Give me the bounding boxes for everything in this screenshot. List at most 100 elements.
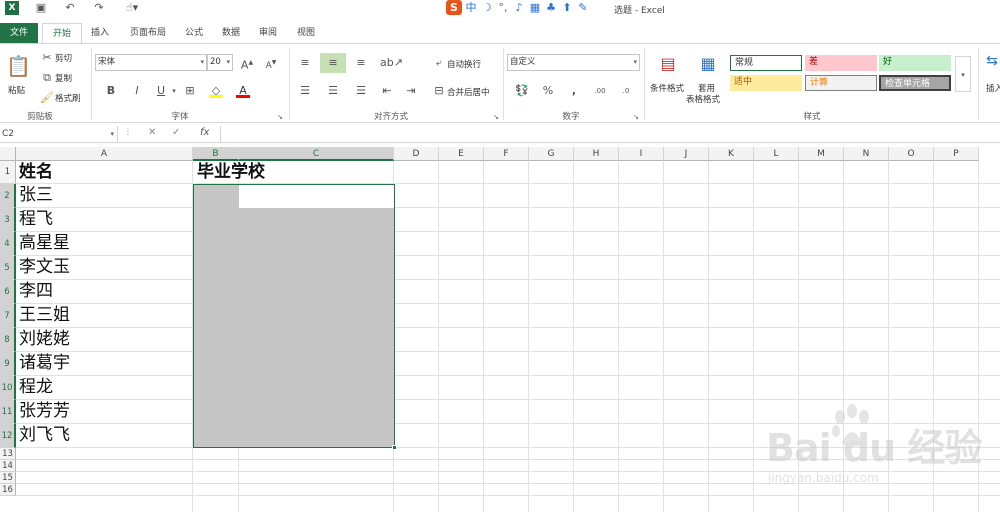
fill-color-icon[interactable]: ◇ xyxy=(209,84,223,98)
row-header-10[interactable]: 10 xyxy=(0,376,16,400)
number-dialog-launcher-icon[interactable]: ↘ xyxy=(632,110,640,124)
ime-skin-icon[interactable]: ♣ xyxy=(544,0,558,15)
row-header-11[interactable]: 11 xyxy=(0,400,16,424)
conditional-format-icon[interactable]: ▤ xyxy=(658,52,678,76)
format-as-table-line2[interactable]: 表格格式 xyxy=(686,93,720,105)
accounting-format-icon[interactable]: 💱 xyxy=(511,84,533,98)
decrease-font-icon[interactable]: A▼ xyxy=(264,56,278,71)
column-header-c[interactable]: C xyxy=(239,147,394,161)
insert-function-icon[interactable]: fx xyxy=(200,127,209,138)
row-header-13[interactable]: 13 xyxy=(0,448,16,460)
name-box-dropdown-icon[interactable]: ▾ xyxy=(110,126,114,142)
decrease-indent-icon[interactable]: ⇤ xyxy=(380,84,394,98)
align-left-icon[interactable]: ☰ xyxy=(298,84,312,98)
row-header-2[interactable]: 2 xyxy=(0,184,16,208)
underline-dropdown-icon[interactable]: ▾ xyxy=(167,84,181,98)
font-name-combo[interactable]: 宋体 ▾ xyxy=(95,54,207,71)
ime-chinese-icon[interactable]: 中 xyxy=(464,0,478,15)
wrap-text-button[interactable]: 自动换行 xyxy=(447,58,481,70)
style-neutral[interactable]: 适中 xyxy=(730,75,802,91)
column-header-i[interactable]: I xyxy=(619,147,664,161)
style-calculation[interactable]: 计算 xyxy=(805,75,877,91)
row-header-14[interactable]: 14 xyxy=(0,460,16,472)
column-header-o[interactable]: O xyxy=(889,147,934,161)
copy-button[interactable]: 复制 xyxy=(55,72,72,84)
paste-icon[interactable]: 📋 xyxy=(6,52,31,80)
conditional-format-button[interactable]: 条件格式 xyxy=(650,82,684,94)
style-bad[interactable]: 差 xyxy=(805,55,877,71)
tab-file[interactable]: 文件 xyxy=(0,23,38,43)
copy-icon[interactable]: ⧉ xyxy=(40,71,54,85)
format-painter-button[interactable]: 格式刷 xyxy=(55,92,81,104)
ime-mic-icon[interactable]: ♪ xyxy=(512,0,526,15)
align-center-icon[interactable]: ☰ xyxy=(326,84,340,98)
decrease-decimal-icon[interactable]: .0 xyxy=(618,84,634,98)
bold-button[interactable]: B xyxy=(104,84,118,98)
increase-decimal-icon[interactable]: .00 xyxy=(592,84,608,98)
cut-button[interactable]: 剪切 xyxy=(55,52,72,64)
undo-icon[interactable]: ↶ xyxy=(63,1,77,15)
cell-a6[interactable]: 李四 xyxy=(19,280,53,302)
increase-font-icon[interactable]: A▲ xyxy=(240,56,254,72)
format-painter-icon[interactable]: 🖌 xyxy=(40,91,54,105)
column-header-p[interactable]: P xyxy=(934,147,979,161)
font-color-icon[interactable]: A xyxy=(236,84,250,98)
row-header-4[interactable]: 4 xyxy=(0,232,16,256)
cell-a8[interactable]: 刘姥姥 xyxy=(19,328,70,350)
cell-a10[interactable]: 程龙 xyxy=(19,376,53,398)
wrap-text-icon[interactable]: ⤶ xyxy=(432,56,446,70)
column-header-d[interactable]: D xyxy=(394,147,439,161)
column-header-a[interactable]: A xyxy=(16,147,193,161)
row-header-9[interactable]: 9 xyxy=(0,352,16,376)
align-middle-icon[interactable]: ≡ xyxy=(320,53,346,73)
cell-b1[interactable]: 毕业学校 xyxy=(197,161,265,183)
tab-formulas[interactable]: 公式 xyxy=(180,23,208,43)
font-size-combo[interactable]: 20 ▾ xyxy=(207,54,233,71)
orientation-icon[interactable]: ab↗ xyxy=(380,56,403,70)
cell-a3[interactable]: 程飞 xyxy=(19,208,53,230)
ime-toolbar[interactable]: S 中 ☽ °, ♪ ▦ ♣ ⬆ ✎ xyxy=(446,0,590,16)
tab-view[interactable]: 视图 xyxy=(292,23,320,43)
column-header-g[interactable]: G xyxy=(529,147,574,161)
cell-a1[interactable]: 姓名 xyxy=(19,161,53,183)
cell-a7[interactable]: 王三姐 xyxy=(19,304,70,326)
tab-data[interactable]: 数据 xyxy=(217,23,245,43)
cancel-icon[interactable]: ✕ xyxy=(148,127,156,138)
name-box[interactable]: C2 ▾ xyxy=(0,126,118,142)
column-header-n[interactable]: N xyxy=(844,147,889,161)
row-header-16[interactable]: 16 xyxy=(0,484,16,496)
column-header-m[interactable]: M xyxy=(799,147,844,161)
merge-center-button[interactable]: 合并后居中 xyxy=(447,86,490,98)
cell-a11[interactable]: 张芳芳 xyxy=(19,400,70,422)
excel-app-icon[interactable]: X xyxy=(5,1,19,15)
styles-more-icon[interactable]: ▾ xyxy=(955,56,971,92)
cell-a9[interactable]: 诸葛宇 xyxy=(19,352,70,374)
tab-page-layout[interactable]: 页面布局 xyxy=(124,23,172,43)
column-header-j[interactable]: J xyxy=(664,147,709,161)
row-header-6[interactable]: 6 xyxy=(0,280,16,304)
tab-review[interactable]: 审阅 xyxy=(254,23,282,43)
row-header-15[interactable]: 15 xyxy=(0,472,16,484)
row-header-5[interactable]: 5 xyxy=(0,256,16,280)
ime-moon-icon[interactable]: ☽ xyxy=(480,0,494,15)
underline-button[interactable]: U xyxy=(154,84,168,98)
cell-a5[interactable]: 李文玉 xyxy=(19,256,70,278)
fill-handle[interactable] xyxy=(392,445,397,450)
border-icon[interactable]: ⊞ xyxy=(183,84,197,98)
style-normal[interactable]: 常规 xyxy=(730,55,802,71)
formula-options-icon[interactable]: ⋮ xyxy=(124,127,132,136)
align-right-icon[interactable]: ☰ xyxy=(354,84,368,98)
ime-keyboard-icon[interactable]: ▦ xyxy=(528,0,542,15)
select-all-corner[interactable] xyxy=(0,147,16,161)
cell-a2[interactable]: 张三 xyxy=(19,184,53,206)
formula-input[interactable] xyxy=(220,126,1000,142)
redo-icon[interactable]: ↷ xyxy=(92,1,106,15)
format-as-table-icon[interactable]: ▦ xyxy=(698,52,718,76)
paste-button[interactable]: 粘贴 xyxy=(8,84,25,96)
comma-style-button[interactable]: , xyxy=(567,84,581,98)
enter-icon[interactable]: ✓ xyxy=(172,127,180,138)
merge-center-icon[interactable]: ⊟ xyxy=(432,84,446,98)
sogou-ime-icon[interactable]: S xyxy=(446,0,462,15)
style-check-cell[interactable]: 检查单元格 xyxy=(879,75,951,91)
alignment-dialog-launcher-icon[interactable]: ↘ xyxy=(492,110,500,124)
